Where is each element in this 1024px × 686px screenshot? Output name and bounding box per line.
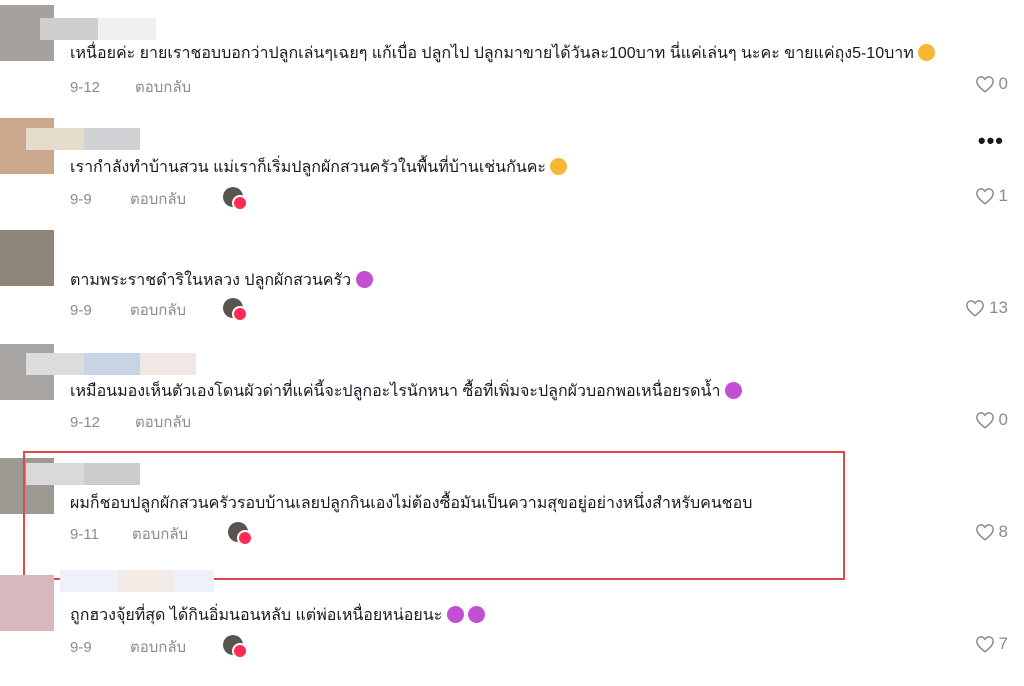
comment-date: 9-9 xyxy=(70,190,92,208)
comment-date: 9-9 xyxy=(70,301,92,319)
like-count: 1 xyxy=(998,186,1008,205)
comment-text: ถูกฮวงจุ้ยที่สุด ได้กินอิ่มนอนหลับ แต่พ่… xyxy=(70,605,486,627)
username-redacted[interactable] xyxy=(26,128,140,150)
comment-date: 9-12 xyxy=(70,78,101,96)
username-redacted[interactable] xyxy=(26,353,196,375)
username-redacted[interactable] xyxy=(40,18,156,40)
comment-text: ตามพระราชดำริในหลวง ปลูกผักสวนครัว xyxy=(70,270,373,292)
like-button[interactable]: 13 xyxy=(965,298,1008,318)
like-button[interactable]: 8 xyxy=(975,522,1008,542)
comment-meta: 9-9 ตอบกลับ xyxy=(70,187,186,211)
like-button[interactable]: 1 xyxy=(975,186,1008,206)
reply-button[interactable]: ตอบกลับ xyxy=(130,187,186,211)
heart-outline-icon xyxy=(966,300,984,317)
rolling-laughing-face-icon xyxy=(446,606,464,623)
comment-meta: 9-12 ตอบกลับ xyxy=(70,410,191,434)
highlight-box xyxy=(23,451,845,580)
reply-button[interactable]: ตอบกลับ xyxy=(135,410,191,434)
grinning-face-icon xyxy=(550,158,568,175)
heart-outline-icon xyxy=(975,188,994,205)
like-button[interactable]: 0 xyxy=(975,410,1008,430)
creator-liked-badge xyxy=(223,635,248,659)
rolling-laughing-face-icon xyxy=(724,382,742,399)
like-button[interactable]: 0 xyxy=(975,74,1008,94)
comment-meta: 9-9 ตอบกลับ xyxy=(70,298,186,322)
username-redacted[interactable] xyxy=(60,570,214,592)
avatar[interactable] xyxy=(0,230,54,286)
like-count: 13 xyxy=(989,298,1008,317)
comment-date: 9-9 xyxy=(70,638,92,656)
crying-face-icon xyxy=(918,44,936,61)
more-options-icon[interactable]: ••• xyxy=(978,130,1004,152)
comment-text: เหนื่อยค่ะ ยายเราชอบบอกว่าปลูกเล่นๆเฉยๆ … xyxy=(70,43,936,65)
like-count: 8 xyxy=(998,522,1008,541)
heart-outline-icon xyxy=(975,524,994,541)
comment-text: เรากำลังทำบ้านสวน แม่เราก็เริ่มปลูกผักสว… xyxy=(70,157,568,179)
creator-liked-badge xyxy=(223,187,248,211)
avatar[interactable] xyxy=(0,575,54,631)
comment-meta: 9-9 ตอบกลับ xyxy=(70,635,186,659)
reply-button[interactable]: ตอบกลับ xyxy=(135,75,191,99)
rolling-laughing-face-icon xyxy=(355,271,373,288)
creator-liked-badge xyxy=(223,298,248,322)
comment-date: 9-12 xyxy=(70,413,101,431)
like-count: 7 xyxy=(998,634,1008,653)
heart-outline-icon xyxy=(975,636,994,653)
rolling-laughing-face-icon xyxy=(468,606,486,623)
like-count: 0 xyxy=(998,410,1008,429)
comment-text: เหมือนมองเห็นตัวเองโดนผัวด่าที่แค่นี้จะป… xyxy=(70,381,742,403)
like-button[interactable]: 7 xyxy=(975,634,1008,654)
reply-button[interactable]: ตอบกลับ xyxy=(130,635,186,659)
reply-button[interactable]: ตอบกลับ xyxy=(130,298,186,322)
heart-outline-icon xyxy=(975,76,994,93)
like-count: 0 xyxy=(998,74,1008,93)
heart-outline-icon xyxy=(975,412,994,429)
comment-meta: 9-12 ตอบกลับ xyxy=(70,75,191,99)
